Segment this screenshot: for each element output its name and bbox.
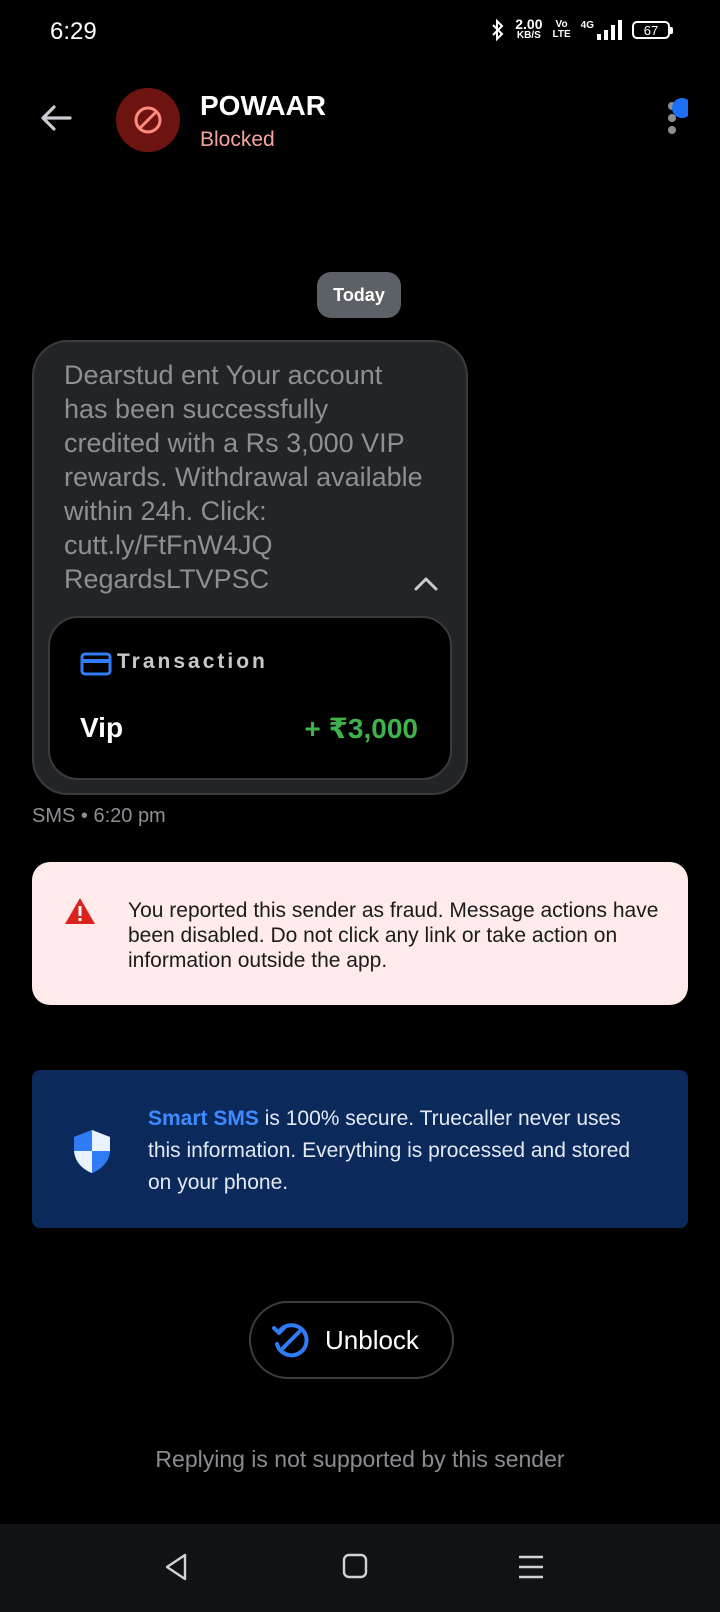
fraud-warning-text: You reported this sender as fraud. Messa…: [128, 899, 659, 972]
nav-recents-icon[interactable]: [514, 1550, 548, 1584]
network-speed-unit: KB/S: [516, 30, 541, 41]
nav-home-icon[interactable]: [338, 1549, 372, 1583]
network-speed-value: 2.00: [515, 16, 543, 32]
transaction-card: [48, 616, 452, 780]
warning-icon: [65, 898, 95, 924]
transaction-label: Transaction: [117, 650, 268, 673]
secure-info-text: Smart SMS is 100% secure. Truecaller nev…: [148, 1103, 658, 1199]
unblock-button[interactable]: Unblock: [249, 1301, 454, 1379]
network-speed: 2.00 KB/S: [515, 16, 543, 42]
signal-indicator: 4G: [581, 20, 622, 40]
nav-back-icon[interactable]: [160, 1550, 194, 1584]
reply-not-supported-note: Replying is not supported by this sender: [155, 1446, 565, 1472]
volte-indicator: Vo LTE: [553, 20, 571, 40]
smart-sms-brand: Smart SMS: [148, 1107, 259, 1130]
blocked-icon: [134, 106, 162, 134]
battery-indicator: 67: [632, 21, 673, 39]
network-type: 4G: [580, 20, 594, 31]
contact-status: Blocked: [200, 128, 275, 151]
message-meta: SMS • 6:20 pm: [32, 805, 166, 827]
transaction-name: Vip: [80, 712, 124, 743]
avatar[interactable]: [116, 88, 180, 152]
status-icons: 2.00 KB/S Vo LTE 4G 67: [491, 16, 673, 42]
message-text: Dearstud ent Your account has been succe…: [64, 360, 423, 594]
chevron-up-icon[interactable]: [408, 566, 444, 602]
status-time: 6:29: [50, 18, 97, 45]
unblock-icon: [272, 1323, 309, 1358]
shield-icon: [74, 1130, 110, 1173]
more-options-icon[interactable]: [660, 96, 688, 140]
unblock-label: Unblock: [325, 1324, 419, 1355]
contact-name: POWAAR: [200, 90, 326, 121]
signal-strength-icon: [597, 20, 622, 40]
back-arrow-icon[interactable]: [34, 96, 78, 140]
transaction-amount: + ₹3,000: [304, 713, 418, 744]
volte-bottom: LTE: [552, 29, 571, 40]
bluetooth-icon: [492, 19, 504, 41]
date-chip: Today: [317, 272, 401, 318]
credit-card-icon: [80, 652, 112, 676]
